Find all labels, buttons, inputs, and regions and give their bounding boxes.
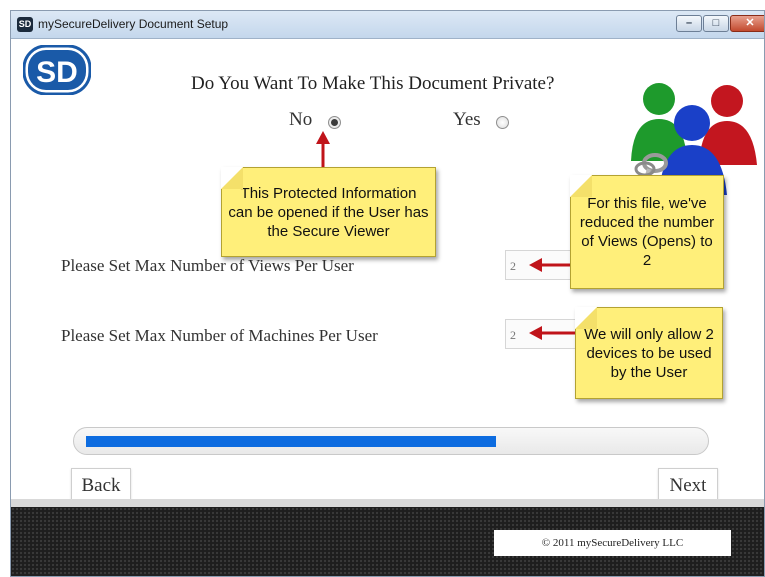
arrow-to-views-input bbox=[529, 258, 571, 272]
main-content: SD Do You Want To Make This Document Pri… bbox=[11, 39, 764, 509]
copyright-text: © 2011 mySecureDelivery LLC bbox=[494, 530, 731, 556]
window-title: mySecureDelivery Document Setup bbox=[38, 17, 229, 31]
radio-label-no: No bbox=[289, 109, 313, 130]
max-views-label: Please Set Max Number of Views Per User bbox=[61, 256, 354, 275]
callout-secure-viewer: This Protected Information can be opened… bbox=[221, 167, 436, 257]
note-fold bbox=[575, 307, 597, 329]
close-button[interactable]: ✕ bbox=[730, 15, 764, 32]
progress-fill bbox=[86, 436, 496, 447]
note-fold bbox=[570, 175, 592, 197]
arrow-to-no-radio bbox=[316, 131, 330, 171]
arrow-to-machines-input bbox=[529, 326, 577, 340]
title-bar[interactable]: SD mySecureDelivery Document Setup – □ ✕ bbox=[11, 11, 764, 39]
max-machines-label: Please Set Max Number of Machines Per Us… bbox=[61, 326, 378, 345]
radio-label-yes: Yes bbox=[453, 109, 481, 130]
callout-secure-viewer-text: This Protected Information can be opened… bbox=[228, 184, 429, 240]
callout-devices: We will only allow 2 devices to be used … bbox=[575, 307, 723, 399]
note-fold bbox=[221, 167, 243, 189]
privacy-question: Do You Want To Make This Document Privat… bbox=[191, 73, 555, 94]
footer: © 2011 mySecureDelivery LLC bbox=[11, 507, 764, 576]
minimize-button[interactable]: – bbox=[676, 15, 702, 32]
setup-window: SD mySecureDelivery Document Setup – □ ✕… bbox=[10, 10, 765, 577]
radio-no[interactable] bbox=[328, 116, 341, 129]
callout-views-text: For this file, we've reduced the number … bbox=[579, 195, 715, 269]
maximize-button[interactable]: □ bbox=[703, 15, 729, 32]
sd-logo: SD bbox=[23, 45, 91, 95]
callout-views: For this file, we've reduced the number … bbox=[570, 175, 724, 289]
footer-divider bbox=[11, 499, 764, 507]
progress-bar bbox=[73, 427, 709, 455]
logo-text: SD bbox=[36, 56, 78, 89]
radio-yes[interactable] bbox=[496, 116, 509, 129]
app-icon: SD bbox=[17, 17, 33, 32]
callout-devices-text: We will only allow 2 devices to be used … bbox=[584, 325, 714, 381]
